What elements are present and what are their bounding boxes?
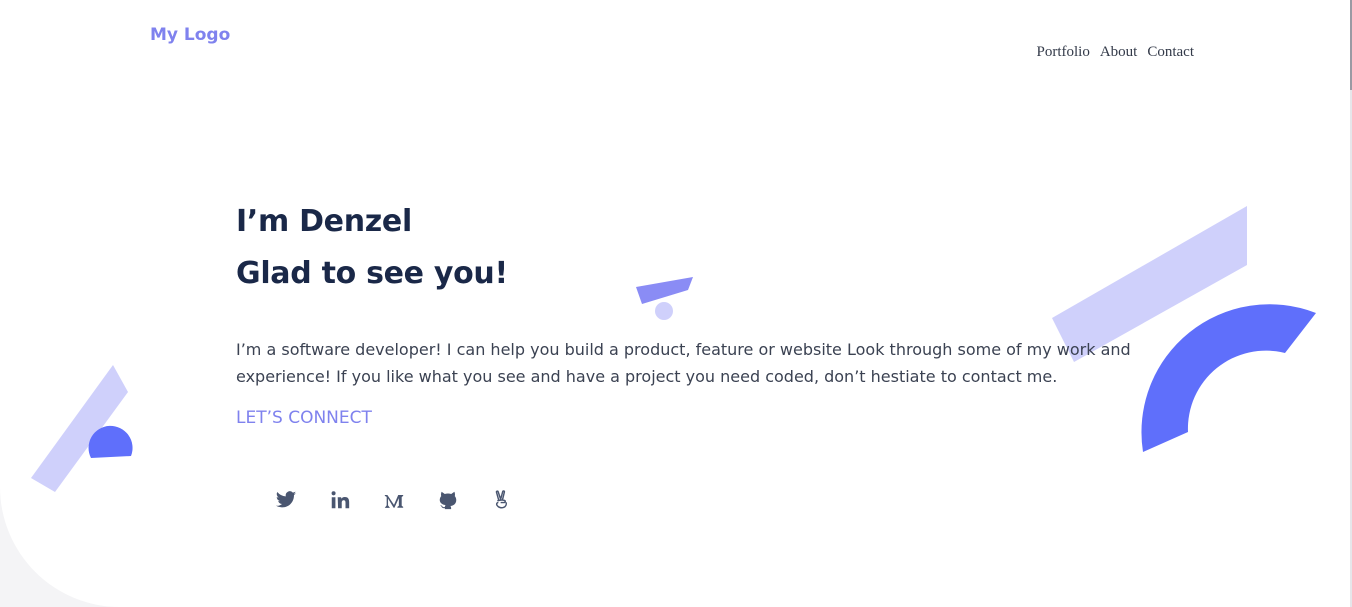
nav-about[interactable]: About (1100, 44, 1138, 61)
decorative-shape-left (31, 365, 133, 492)
main-nav: Portfolio About Contact (1037, 44, 1195, 61)
lets-connect-link[interactable]: LET’S CONNECT (236, 408, 372, 428)
hero-description: I’m a software developer! I can help you… (236, 340, 1131, 386)
github-icon[interactable] (436, 487, 460, 513)
hero-section: I’m Denzel Glad to see you! I’m a softwa… (236, 196, 1136, 428)
page: My Logo Portfolio About Contact I’m Denz… (0, 0, 1352, 607)
medium-icon[interactable] (382, 487, 406, 513)
angellist-icon[interactable] (490, 487, 514, 513)
twitter-icon[interactable] (274, 487, 298, 513)
logo[interactable]: My Logo (150, 25, 230, 45)
nav-contact[interactable]: Contact (1147, 44, 1194, 61)
nav-portfolio[interactable]: Portfolio (1037, 44, 1090, 61)
linkedin-icon[interactable] (328, 487, 352, 513)
social-links (274, 487, 514, 513)
hero-subtitle: Glad to see you! (236, 256, 508, 291)
hero-title: I’m Denzel (236, 204, 412, 239)
